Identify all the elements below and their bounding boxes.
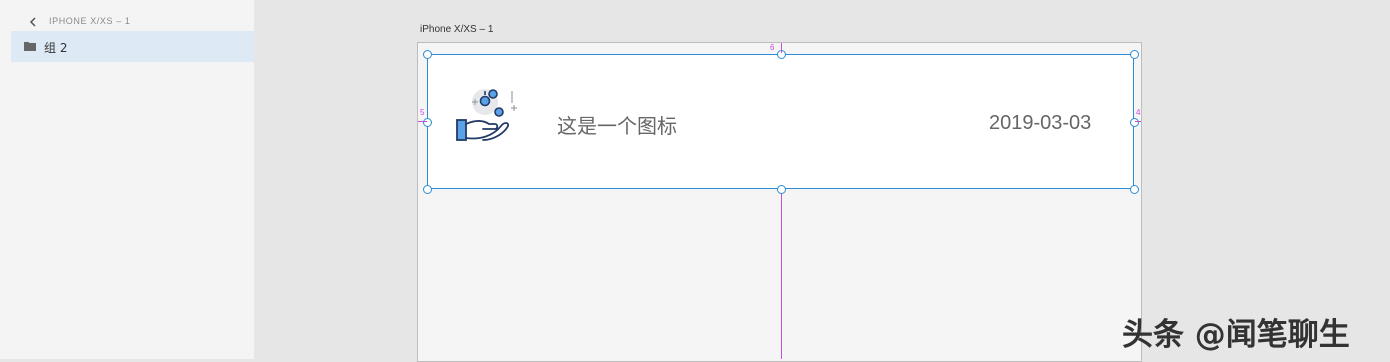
layer-item-group-2[interactable]: 组 2 <box>11 31 254 62</box>
resize-handle-top-right[interactable] <box>1130 50 1139 59</box>
layers-header: IPHONE X/XS – 1 <box>11 12 254 32</box>
layers-panel: IPHONE X/XS – 1 组 2 <box>11 0 255 359</box>
spacing-label-right: 4 <box>1136 108 1141 117</box>
spacing-label-top: 6 <box>770 43 775 52</box>
spacing-label-left: 5 <box>420 108 425 117</box>
spacing-guide-right <box>1135 121 1141 122</box>
hand-with-coins-icon <box>456 89 517 141</box>
spacing-guide-left <box>418 121 427 122</box>
resize-handle-top-left[interactable] <box>423 50 432 59</box>
card-title: 这是一个图标 <box>557 114 677 138</box>
spacing-guide-vertical <box>781 189 782 359</box>
resize-handle-left[interactable] <box>423 118 432 127</box>
resize-handle-bottom-right[interactable] <box>1130 185 1139 194</box>
breadcrumb[interactable]: IPHONE X/XS – 1 <box>49 16 131 26</box>
watermark: 头条 @闻笔聊生 <box>1122 317 1350 353</box>
resize-handle-bottom[interactable] <box>777 185 786 194</box>
chevron-left-icon[interactable] <box>27 15 39 29</box>
resize-handle-bottom-left[interactable] <box>423 185 432 194</box>
layer-item-label: 组 2 <box>44 41 68 55</box>
spacing-guide-top <box>781 43 782 53</box>
resize-handle-right[interactable] <box>1130 118 1139 127</box>
artboard-label[interactable]: iPhone X/XS – 1 <box>420 24 493 35</box>
card-date: 2019-03-03 <box>989 112 1092 134</box>
folder-icon <box>24 42 36 51</box>
